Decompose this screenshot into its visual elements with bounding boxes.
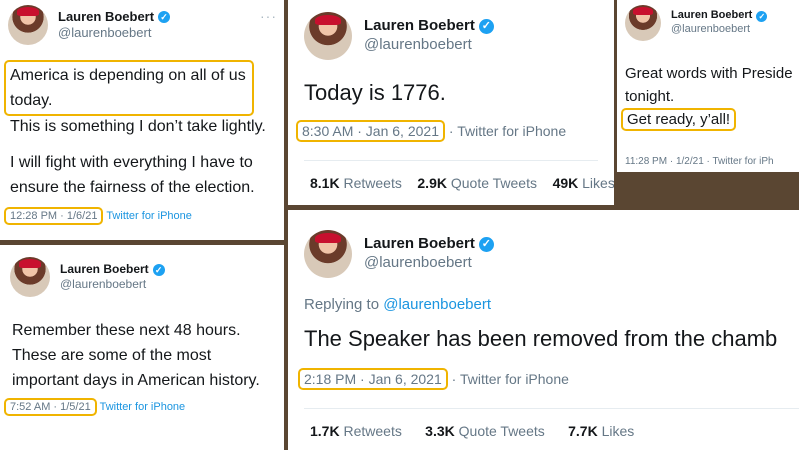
tweet-timestamp[interactable]: 12:28 PM · 1/6/21 [4, 207, 104, 225]
author-name[interactable]: Lauren Boebert [58, 9, 154, 25]
divider [304, 160, 598, 161]
author-handle[interactable]: @laurenboebert [364, 254, 494, 273]
tweet-source-link[interactable]: Twitter for iPhone [106, 210, 192, 222]
tweet-timestamp[interactable]: 8:30 AM · Jan 6, 2021 [296, 120, 445, 142]
avatar[interactable] [304, 12, 352, 60]
likes-stat[interactable]: 7.7K Likes [568, 423, 634, 439]
tweet-timestamp[interactable]: 2:18 PM · Jan 6, 2021 [298, 368, 448, 390]
tweet-text-line: This is something I don’t take lightly. [10, 118, 266, 135]
author-name[interactable]: Lauren Boebert [60, 262, 149, 277]
author-name[interactable]: Lauren Boebert [671, 9, 752, 23]
tweet-text: The Speaker has been removed from the ch… [304, 326, 778, 351]
highlighted-tweet-text: Get ready, y’all! [621, 108, 737, 131]
author-handle[interactable]: @laurenboebert [58, 25, 170, 41]
divider [304, 408, 799, 409]
retweets-stat[interactable]: 1.7K Retweets [310, 423, 402, 439]
author-handle[interactable]: @laurenboebert [671, 23, 767, 37]
verified-icon: ✓ [152, 263, 165, 276]
tweet-card-2: Lauren Boebert ✓ @laurenboebert Today is… [288, 0, 614, 205]
retweets-stat[interactable]: 8.1K Retweets [310, 175, 402, 191]
tweet-source-link[interactable]: Twitter for iPhone [457, 123, 566, 139]
avatar[interactable] [8, 5, 48, 45]
separator: · [448, 123, 454, 139]
quote-tweets-stat[interactable]: 3.3K Quote Tweets [425, 423, 545, 439]
tweet-card-3: Lauren Boebert ✓ @laurenboebert Great wo… [617, 0, 799, 172]
verified-icon: ✓ [478, 237, 494, 253]
verified-icon: ✓ [756, 10, 768, 22]
verified-icon: ✓ [478, 19, 494, 35]
tweet-header: Lauren Boebert ✓ @laurenboebert [10, 257, 165, 297]
author-handle[interactable]: @laurenboebert [60, 277, 165, 292]
more-options-icon[interactable]: ··· [260, 8, 277, 24]
tweet-card-1: Lauren Boebert ✓ @laurenboebert ··· Amer… [0, 0, 284, 240]
likes-stat[interactable]: 49K Likes [553, 175, 614, 191]
tweet-timestamp[interactable]: 11:28 PM · 1/2/21 · Twitter for iPh [625, 156, 774, 167]
tweet-text: Today is 1776. [304, 80, 446, 105]
tweet-source-link[interactable]: Twitter for iPhone [460, 371, 569, 387]
author-name[interactable]: Lauren Boebert [364, 17, 475, 36]
tweet-source-link[interactable]: Twitter for iPhone [100, 401, 186, 413]
tweet-text: Remember these next 48 hours. These are … [12, 322, 260, 389]
verified-icon: ✓ [158, 10, 171, 23]
avatar[interactable] [625, 5, 661, 41]
tweet-text: Great words with Preside tonight. [625, 65, 793, 105]
avatar[interactable] [10, 257, 50, 297]
highlighted-tweet-text: America is depending on all of us today. [4, 60, 254, 116]
tweet-header: Lauren Boebert ✓ @laurenboebert [304, 230, 494, 278]
tweet-card-4: Lauren Boebert ✓ @laurenboebert Remember… [0, 245, 284, 450]
tweet-stats: 1.7K Retweets 3.3K Quote Tweets 7.7K Lik… [310, 423, 634, 439]
avatar[interactable] [304, 230, 352, 278]
reply-handle-link[interactable]: @laurenboebert [383, 296, 491, 313]
tweet-header: Lauren Boebert ✓ @laurenboebert [625, 5, 768, 41]
tweet-text-line: I will fight with everything I have to e… [10, 154, 255, 196]
author-name[interactable]: Lauren Boebert [364, 235, 475, 254]
quote-tweets-stat[interactable]: 2.9K Quote Tweets [417, 175, 537, 191]
tweet-timestamp[interactable]: 7:52 AM · 1/5/21 [4, 398, 97, 416]
tweet-header: Lauren Boebert ✓ @laurenboebert [8, 5, 171, 45]
separator: · [451, 371, 457, 387]
tweet-header: Lauren Boebert ✓ @laurenboebert [304, 12, 494, 60]
tweet-card-5: Lauren Boebert ✓ @laurenboebert Replying… [288, 210, 799, 450]
author-handle[interactable]: @laurenboebert [364, 36, 494, 55]
replying-to: Replying to @laurenboebert [304, 296, 492, 313]
tweet-stats: 8.1K Retweets 2.9K Quote Tweets 49K Like… [310, 175, 614, 191]
